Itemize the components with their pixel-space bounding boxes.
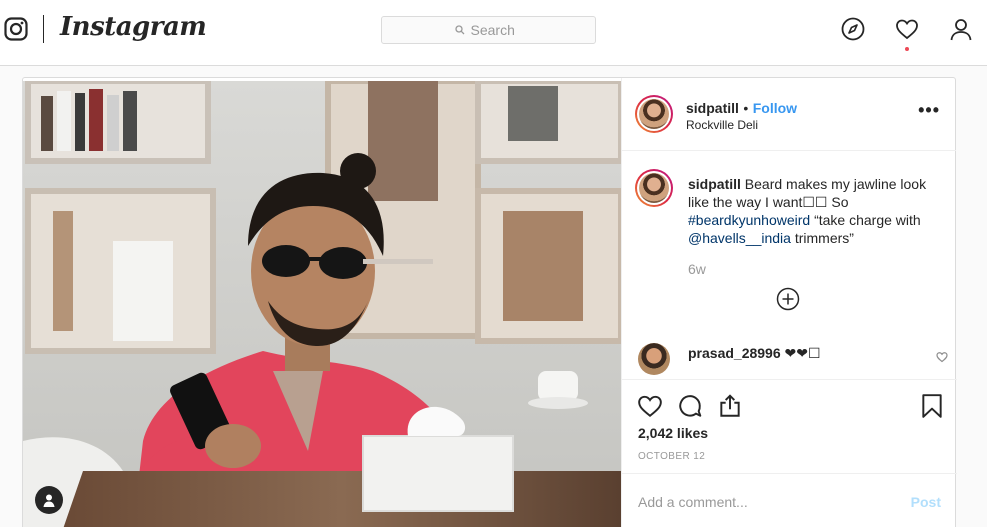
author-username[interactable]: sidpatill: [686, 100, 739, 116]
post-caption: sidpatill Beard makes my jawline look li…: [688, 175, 943, 247]
tagged-users-button[interactable]: [35, 486, 63, 514]
separator-dot: •: [743, 100, 749, 116]
comment-input[interactable]: [638, 494, 878, 510]
instagram-wordmark[interactable]: Instagram: [60, 12, 207, 42]
post-actions: [622, 381, 957, 429]
caption-author[interactable]: sidpatill: [688, 176, 741, 192]
add-comment-bar: Post: [622, 473, 957, 527]
bookmark-icon[interactable]: [919, 393, 945, 419]
profile-icon: [950, 19, 972, 41]
follow-button[interactable]: Follow: [753, 100, 797, 116]
caption-author-avatar[interactable]: [635, 169, 673, 207]
more-options-button[interactable]: •••: [918, 101, 940, 119]
avatar-image: [639, 173, 669, 203]
caption-timestamp[interactable]: 6w: [688, 261, 706, 277]
post-card: sidpatill • Follow Rockville Deli ••• si…: [22, 77, 957, 527]
avatar-image: [639, 99, 669, 129]
post-photo[interactable]: [23, 81, 621, 527]
post-date: OCTOBER 12: [638, 451, 706, 462]
activity-button[interactable]: [895, 17, 919, 51]
comment-like-icon[interactable]: [936, 351, 948, 363]
search-box[interactable]: [381, 16, 596, 44]
comment-body: prasad_28996 ❤❤☐: [688, 345, 821, 362]
instagram-glyph-icon[interactable]: [4, 17, 28, 41]
commenter-avatar[interactable]: [638, 343, 670, 375]
explore-button[interactable]: [841, 17, 865, 43]
comments-section: sidpatill Beard makes my jawline look li…: [622, 151, 957, 380]
load-more-comments-button[interactable]: [776, 287, 800, 311]
caption-mention[interactable]: @havells__india: [688, 230, 791, 246]
comment-author[interactable]: prasad_28996: [688, 345, 781, 361]
likes-count[interactable]: 2,042 likes: [638, 425, 708, 441]
like-icon[interactable]: [637, 393, 663, 419]
caption-hashtag[interactable]: #beardkyunhoweird: [688, 212, 810, 228]
caption-text: trimmers”: [794, 230, 854, 246]
heart-icon: [896, 19, 918, 40]
comment-icon[interactable]: [677, 393, 703, 419]
caption-text: “take charge with: [814, 212, 921, 228]
post-comment-button[interactable]: Post: [911, 494, 941, 510]
post-header: sidpatill • Follow Rockville Deli •••: [622, 78, 956, 151]
user-tag-icon: [43, 494, 55, 507]
logo-divider: [43, 15, 44, 43]
post-photo-illustration: [23, 81, 621, 527]
compass-icon: [841, 17, 865, 41]
profile-button[interactable]: [949, 17, 973, 43]
top-navbar: Instagram: [0, 0, 987, 66]
share-icon[interactable]: [717, 393, 743, 419]
plus-circle-icon: [776, 287, 800, 311]
post-location[interactable]: Rockville Deli: [686, 118, 758, 132]
post-sidebar: sidpatill • Follow Rockville Deli ••• si…: [621, 78, 957, 527]
search-input[interactable]: [470, 22, 523, 38]
comment-item: prasad_28996 ❤❤☐: [638, 341, 948, 375]
comment-text: ❤❤☐: [784, 345, 821, 361]
author-avatar[interactable]: [635, 95, 673, 133]
notification-dot: [905, 47, 909, 51]
search-icon: [454, 25, 464, 35]
